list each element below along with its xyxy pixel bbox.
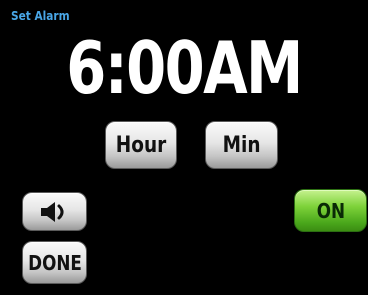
alarm-on-label: ON [316,198,345,223]
hour-button-label: Hour [115,132,167,158]
screen-title: Set Alarm [11,9,70,23]
alarm-on-toggle[interactable]: ON [294,189,367,232]
done-button[interactable]: DONE [22,241,87,284]
hour-button[interactable]: Hour [105,121,177,169]
sound-button[interactable] [22,192,87,231]
min-button[interactable]: Min [205,121,278,169]
min-button-label: Min [222,132,261,158]
speaker-icon [39,201,71,223]
done-button-label: DONE [27,250,82,275]
alarm-time-display: 6:00AM [66,26,303,110]
alarm-screen: Set Alarm 6:00AM Hour Min ON DONE [0,0,368,295]
